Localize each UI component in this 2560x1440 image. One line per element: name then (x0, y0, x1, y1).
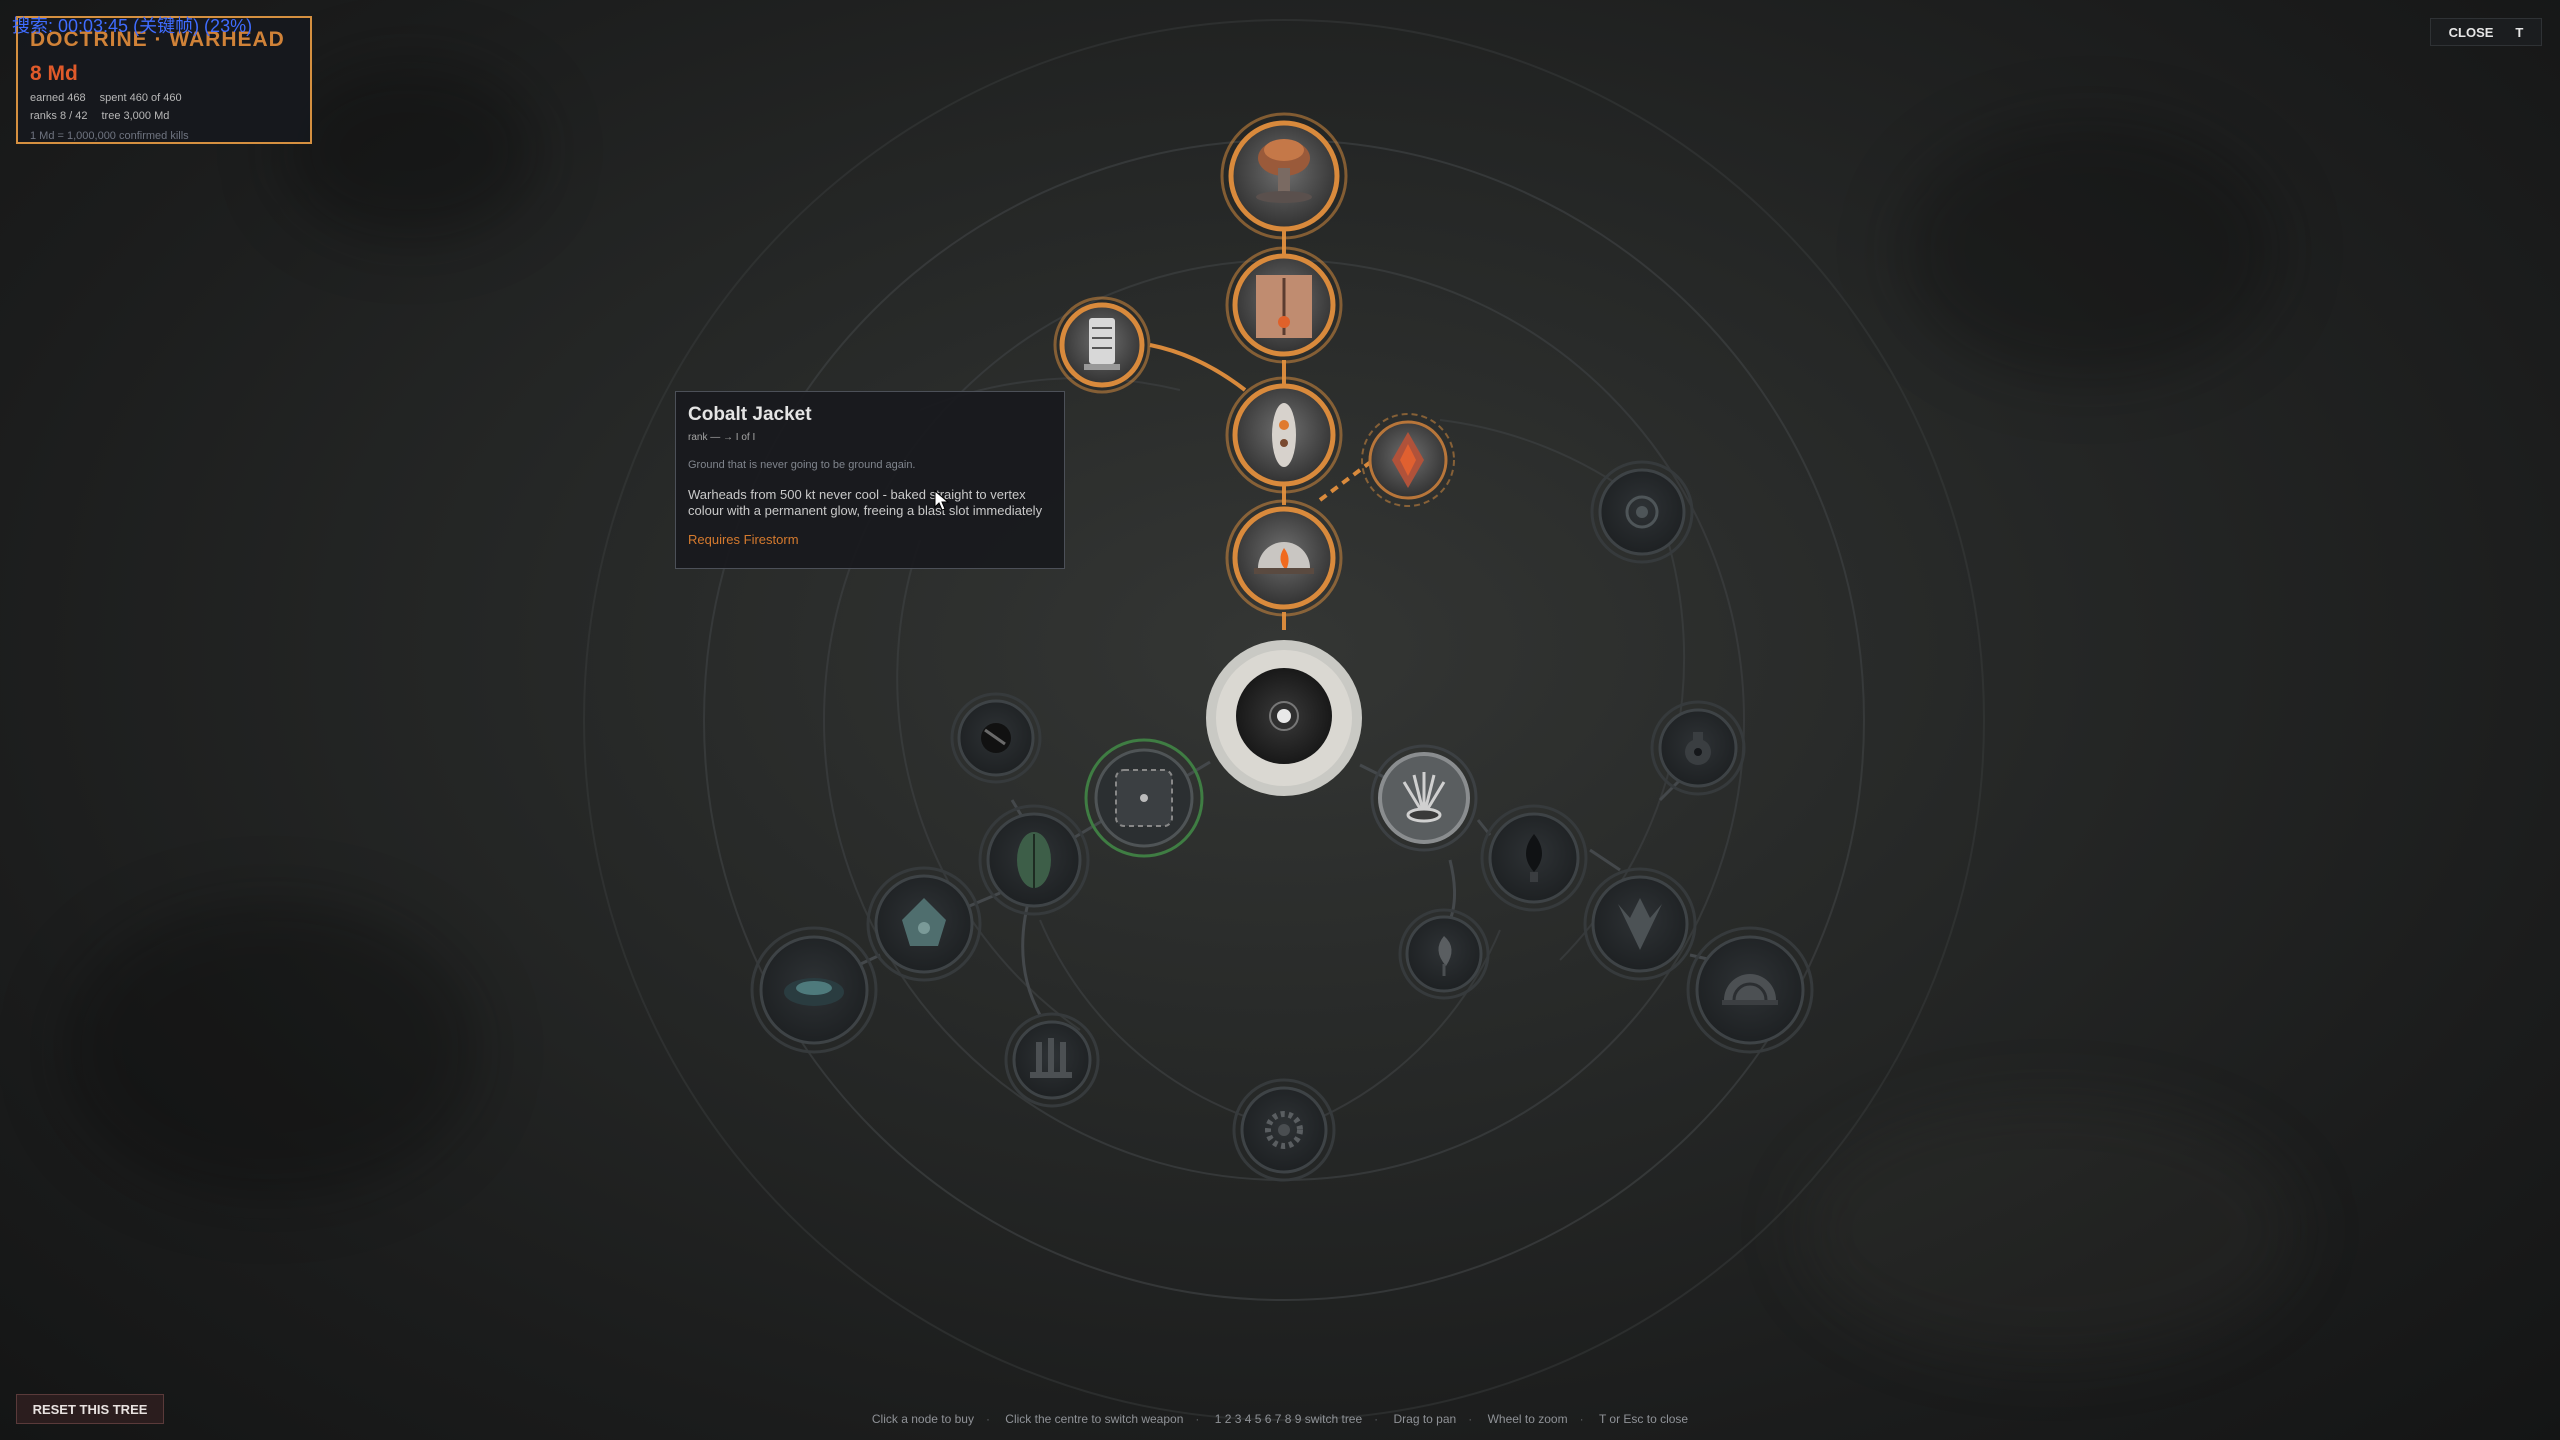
skill-tooltip: Cobalt Jacket rank — → I of I Ground tha… (675, 391, 1065, 569)
chip-icon (1115, 769, 1173, 827)
hint-close: T or Esc to close (1598, 1412, 1689, 1426)
tooltip-requirement: Requires Firestorm (688, 532, 799, 547)
canister-icon (1084, 318, 1120, 370)
skill-node-eye[interactable] (1590, 460, 1694, 564)
close-button[interactable]: CLOSE T (2430, 18, 2542, 46)
tooltip-rank: rank — → I of I (688, 432, 756, 443)
skill-node-spike[interactable] (1583, 867, 1697, 981)
skill-node-cobalt-jacket[interactable] (1361, 413, 1455, 507)
close-label: CLOSE (2448, 24, 2494, 40)
target-icon (1269, 701, 1299, 731)
door-icon (1256, 275, 1312, 338)
skill-node-firestorm[interactable] (1225, 499, 1343, 617)
skill-node-cell[interactable] (866, 866, 982, 982)
skill-node-leaf[interactable] (978, 804, 1090, 916)
mouse-cursor-icon (934, 490, 950, 511)
ranks-tree-line: ranks 8 / 42 tree 3,000 Md (30, 110, 298, 122)
currency-amount: 8 Md (30, 62, 78, 85)
tooltip-title: Cobalt Jacket (688, 404, 812, 425)
hint-zoom: Wheel to zoom (1487, 1412, 1568, 1426)
hint-buy: Click a node to buy (871, 1412, 974, 1426)
conversion-note: 1 Md = 1,000,000 confirmed kills (30, 130, 189, 142)
locked-links (851, 760, 1713, 1016)
control-hints: Click a node to buy · Click the centre to… (871, 1412, 1689, 1426)
pillars-icon (1030, 1038, 1072, 1078)
skill-node-mushroom-cloud[interactable] (1220, 112, 1348, 240)
hint-switch-weapon: Click the centre to switch weapon (1005, 1412, 1184, 1426)
crater-icon (784, 978, 844, 1006)
leaf-icon (1017, 832, 1051, 888)
hint-pan: Drag to pan (1393, 1412, 1457, 1426)
ranks-value: ranks 8 / 42 (30, 110, 88, 122)
close-key-hint: T (2515, 24, 2524, 40)
skill-node-dome[interactable] (1686, 926, 1814, 1054)
tooltip-flavor: Ground that is never going to be ground … (688, 459, 916, 471)
spent-value: spent 460 of 460 (99, 92, 182, 104)
debug-overlay: 搜索: 00:03:45 (关键帧) (23%) (12, 16, 253, 36)
warhead-icon (1272, 403, 1296, 467)
skill-node-fan-burst[interactable] (1370, 744, 1478, 852)
skill-node-blast-door[interactable] (1225, 246, 1343, 364)
earned-spent-line: earned 468 spent 460 of 460 (30, 92, 298, 104)
skill-node-grid-chip[interactable] (1084, 738, 1204, 858)
skill-node-weapon-centre[interactable] (1206, 640, 1362, 796)
skill-node-warhead-core[interactable] (1225, 376, 1343, 494)
tree-cost-value: tree 3,000 Md (101, 110, 170, 122)
skill-tree-canvas[interactable] (0, 0, 2560, 1440)
tooltip-description: Warheads from 500 kt never cool - baked … (688, 487, 1043, 518)
skill-node-pillars[interactable] (1004, 1012, 1100, 1108)
skill-node-radial[interactable] (1232, 1078, 1336, 1182)
skill-node-flask[interactable] (1650, 700, 1746, 796)
skill-node-drop[interactable] (1480, 804, 1588, 912)
skill-node-crater[interactable] (750, 926, 878, 1054)
orb-icon (981, 723, 1011, 753)
hint-switch-tree: 1 2 3 4 5 6 7 8 9 switch tree (1214, 1412, 1363, 1426)
skill-node-orb-left[interactable] (950, 692, 1042, 784)
skill-node-canister[interactable] (1053, 296, 1151, 394)
earned-value: earned 468 (30, 92, 86, 104)
skill-node-pin[interactable] (1398, 908, 1490, 1000)
